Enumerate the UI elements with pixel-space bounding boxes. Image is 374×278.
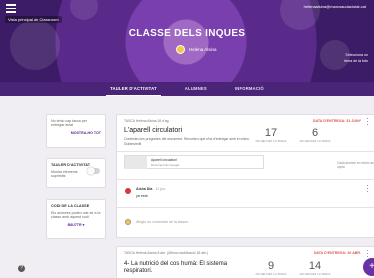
class-code-button[interactable]: B8U7TR ▾ <box>51 223 101 227</box>
attachment-subtitle: Document de Google <box>151 163 180 167</box>
class-code-card: CODI DE LA CLASSE Els alumnes poden unir… <box>46 199 106 239</box>
menu-icon[interactable] <box>6 4 16 13</box>
attachment-title: Aparell circulatori <box>151 158 178 162</box>
tab-bar: TAULER D'ACTIVITAT ALUMNES INFORMACIÓ <box>0 82 374 96</box>
divider <box>117 207 374 208</box>
divider <box>117 179 374 180</box>
stat-not-done[interactable]: 6 NO HAN FET LA TASCA <box>295 127 335 143</box>
theme-hint[interactable]: Selecciona un tema de la foto <box>344 52 368 64</box>
class-banner: Vista principal de Classroom helenaalsin… <box>0 0 374 82</box>
post-meta: TASCA Helena Alsina 26 d'ag. <box>124 119 170 123</box>
tab-activity-board[interactable]: TAULER D'ACTIVITAT <box>106 82 161 96</box>
post-description: Contesteu les preguntes del document. Re… <box>124 137 250 146</box>
more-options-icon[interactable] <box>367 118 369 125</box>
class-code-text: Els alumnes poden unir-se a la classe am… <box>51 211 101 219</box>
teacher: Helena Alsina <box>176 45 217 54</box>
comment-author: Aisha Dia 11 jun. <box>136 187 166 191</box>
stat-done[interactable]: 17 NO HEU FET LA TASCA <box>251 127 291 143</box>
class-code-title: CODI DE LA CLASSE <box>51 204 90 208</box>
stat-done[interactable]: 9 NO HEU FET LA TASCA <box>251 260 291 276</box>
upcoming-text: No teniu cap tasca per entregar aviat <box>51 119 87 127</box>
attachment-note: Cada alumne en rebrà una còpia <box>337 161 374 169</box>
board-text: Mostra elements suprimits <box>51 170 78 178</box>
help-icon[interactable]: ? <box>18 265 25 272</box>
more-options-icon[interactable] <box>367 250 369 257</box>
tab-students[interactable]: ALUMNES <box>181 82 211 96</box>
tab-information[interactable]: INFORMACIÓ <box>231 82 268 96</box>
divider <box>117 151 374 152</box>
teacher-avatar <box>176 45 185 54</box>
document-thumbnail <box>125 156 147 169</box>
my-avatar <box>125 219 131 225</box>
add-post-button[interactable]: + <box>363 258 374 276</box>
board-settings-card: TAULER D'ACTIVITAT Mostra elements supri… <box>46 158 106 188</box>
due-date: DATA D'ENTREGA: 20 ABR. <box>313 251 361 255</box>
post-meta: TASCA Helena Alsina 8 abr. (Última modif… <box>124 251 208 255</box>
comment-time: 11 jun. <box>155 187 166 191</box>
board-title: TAULER D'ACTIVITAT <box>51 163 91 167</box>
show-all-button[interactable]: MOSTRA-HO TOT <box>51 131 101 135</box>
post-card[interactable]: TASCA Helena Alsina 8 abr. (Última modif… <box>116 246 374 278</box>
comment-avatar <box>125 188 131 194</box>
class-title: CLASSE DELS INQUES <box>128 28 246 39</box>
post-title[interactable]: 4- La nutrició del cos humà: El sistema … <box>124 261 249 275</box>
post-title[interactable]: L'aparell circulatori <box>124 127 254 135</box>
show-deleted-toggle[interactable] <box>87 167 100 175</box>
breadcrumb[interactable]: Vista principal de Classroom <box>5 16 62 23</box>
comment-text: ya está <box>136 194 148 198</box>
teacher-name: Helena Alsina <box>189 47 217 52</box>
post-card[interactable]: TASCA Helena Alsina 26 d'ag. DATA D'ENTR… <box>116 114 374 238</box>
upcoming-card: No teniu cap tasca per entregar aviat MO… <box>46 114 106 148</box>
stat-not-done[interactable]: 14 NO HAN FET LA TASCA <box>295 260 335 276</box>
user-email[interactable]: helenaalsina@marcsaudaciutat.cat <box>304 4 366 9</box>
add-comment-input[interactable]: Afegiu un comentari de la classe... <box>136 220 191 224</box>
attachment[interactable]: Aparell circulatori Document de Google <box>124 155 264 169</box>
comment-more-icon[interactable] <box>367 185 369 192</box>
due-date: DATA D'ENTREGA: 31 JUNY <box>312 119 361 123</box>
